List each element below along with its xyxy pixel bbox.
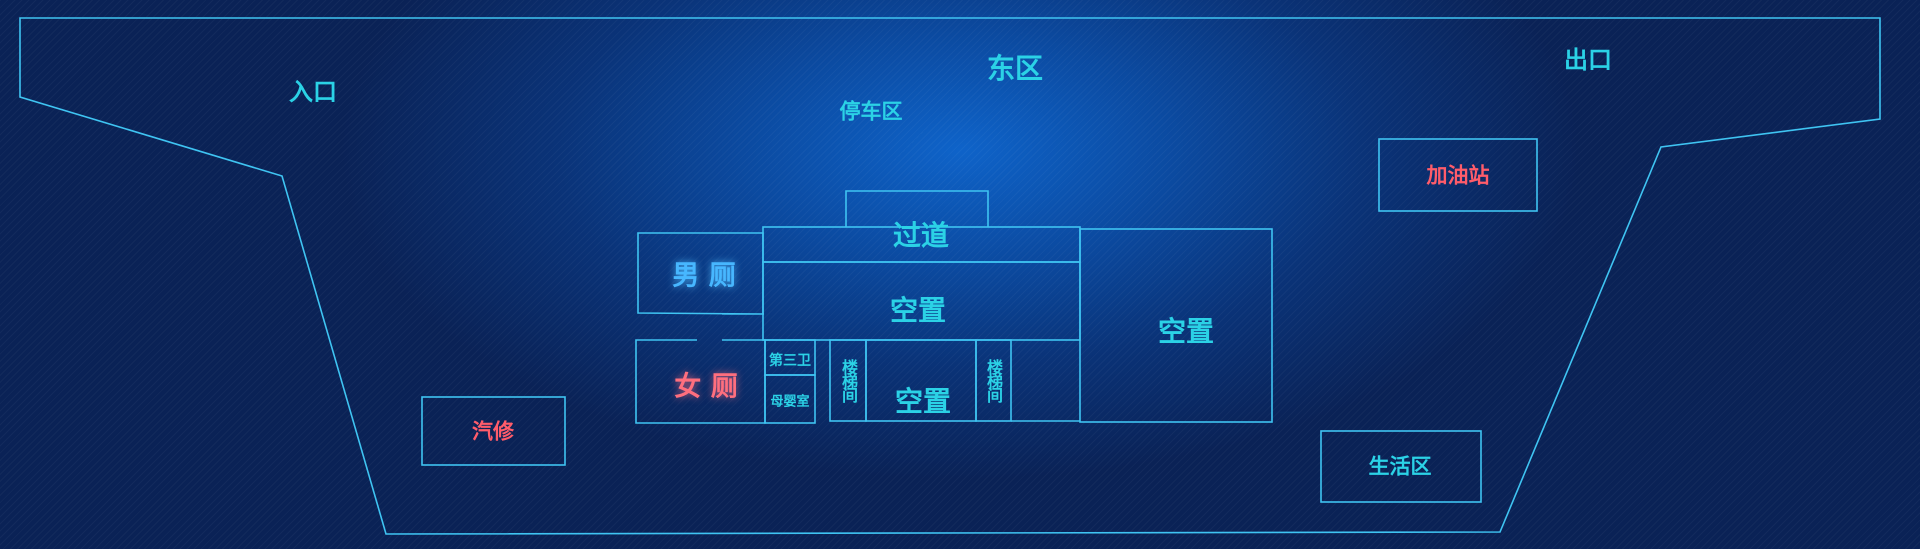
vacant-center-label: 空置	[889, 294, 947, 327]
living-area-label: 生活区	[1368, 454, 1432, 479]
entrance-label: 入口	[289, 78, 337, 106]
gas-station-label: 加油站	[1426, 163, 1490, 188]
site-outline	[19, 17, 1881, 535]
passage-label: 过道	[892, 219, 950, 252]
vacant-small-label: 空置	[894, 385, 952, 418]
third-restroom-label: 第三卫	[769, 353, 811, 369]
mens-restroom-label: 男 厕	[672, 260, 736, 292]
exit-label: 出口	[1564, 46, 1612, 74]
car-repair-label: 汽修	[472, 419, 514, 444]
east-zone-label: 东区	[986, 52, 1044, 85]
parking-label: 停车区	[839, 99, 903, 124]
vacant-right-label: 空置	[1157, 315, 1215, 348]
womens-restroom-label: 女 厕	[674, 371, 738, 403]
nursing-room-label: 母婴室	[770, 394, 810, 410]
stairwell-right-label: 楼梯间	[984, 359, 1003, 401]
service-area-map: 入口 东区 出口 停车区 加油站 过道 男 厕 空置 空置 女 厕 第三卫 母婴…	[0, 0, 1920, 549]
stairwell-left-label: 楼梯间	[839, 359, 858, 401]
